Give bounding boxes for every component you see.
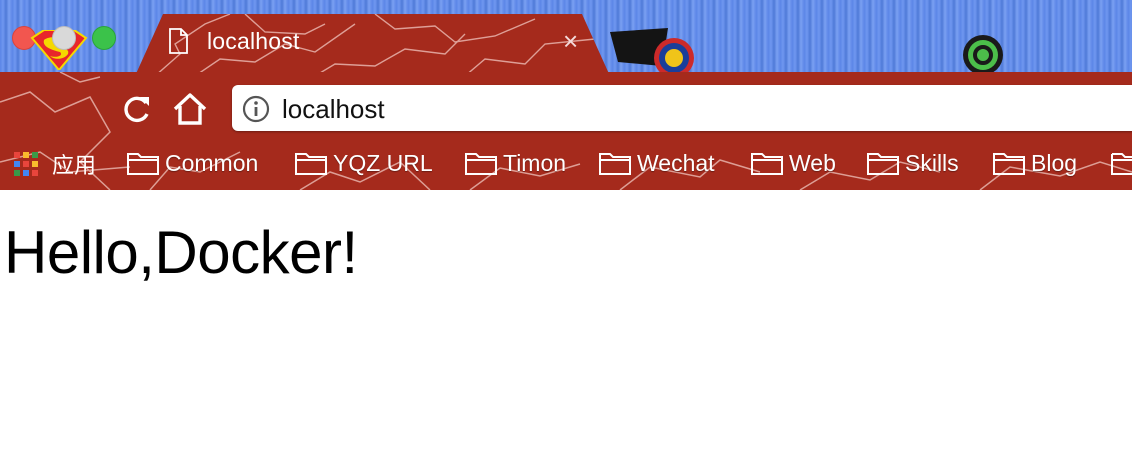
tab-close-icon[interactable]: × <box>563 28 578 54</box>
folder-icon <box>599 153 631 175</box>
bookmark-label: Common <box>165 149 259 176</box>
address-bar[interactable]: localhost <box>232 85 1132 131</box>
folder-icon <box>867 153 899 175</box>
page-heading: Hello,Docker! <box>4 219 358 286</box>
minimize-window-button[interactable] <box>52 26 76 50</box>
folder-icon <box>993 153 1025 175</box>
url-text[interactable]: localhost <box>282 94 385 125</box>
info-icon[interactable] <box>242 95 270 123</box>
bookmark-label: Timon <box>503 149 567 176</box>
folder-icon <box>295 153 327 175</box>
tab-strip: localhost × <box>0 0 1132 72</box>
bookmark-folder-timon[interactable]: Timon <box>464 148 566 178</box>
active-tab[interactable]: localhost × <box>135 14 610 72</box>
bookmark-folder-wechat[interactable]: Wechat <box>598 148 715 178</box>
bookmark-folder-blog[interactable]: Blog <box>992 148 1077 178</box>
bookmark-label: Skills <box>905 149 959 176</box>
folder-icon <box>751 153 783 175</box>
apps-grid-icon[interactable] <box>14 152 40 178</box>
bookmark-folder-skills[interactable]: Skills <box>866 148 959 178</box>
apps-bookmark-label[interactable]: 应用 <box>52 148 96 180</box>
reload-icon[interactable] <box>120 94 154 126</box>
tab-title: localhost <box>207 28 300 54</box>
bookmark-label: YQZ URL <box>333 149 433 176</box>
bookmark-label: Wechat <box>637 149 715 176</box>
bookmark-label: Blog <box>1031 149 1078 176</box>
folder-icon <box>1111 153 1132 175</box>
bookmark-folder-common[interactable]: Common <box>126 148 258 178</box>
bookmark-folder-web[interactable]: Web <box>750 148 836 178</box>
bookmark-folder-yqz-url[interactable]: YQZ URL <box>294 148 433 178</box>
home-icon[interactable] <box>172 92 208 126</box>
bookmark-label: Web <box>789 149 836 176</box>
document-icon <box>169 28 188 54</box>
folder-icon <box>465 153 497 175</box>
maximize-window-button[interactable] <box>92 26 116 50</box>
bookmarks-bar: 应用 Common YQZ URL Timon Wechat Web Skill… <box>0 144 1132 184</box>
bookmark-folder-overflow[interactable] <box>1110 148 1132 178</box>
page-content: Hello,Docker! <box>0 190 1132 452</box>
green-lantern-extension-icon[interactable] <box>958 32 1008 72</box>
folder-icon <box>127 153 159 175</box>
browser-toolbar: localhost 应用 Common YQZ URL Timon Wechat… <box>0 72 1132 190</box>
wonder-woman-extension-icon[interactable] <box>610 26 700 72</box>
